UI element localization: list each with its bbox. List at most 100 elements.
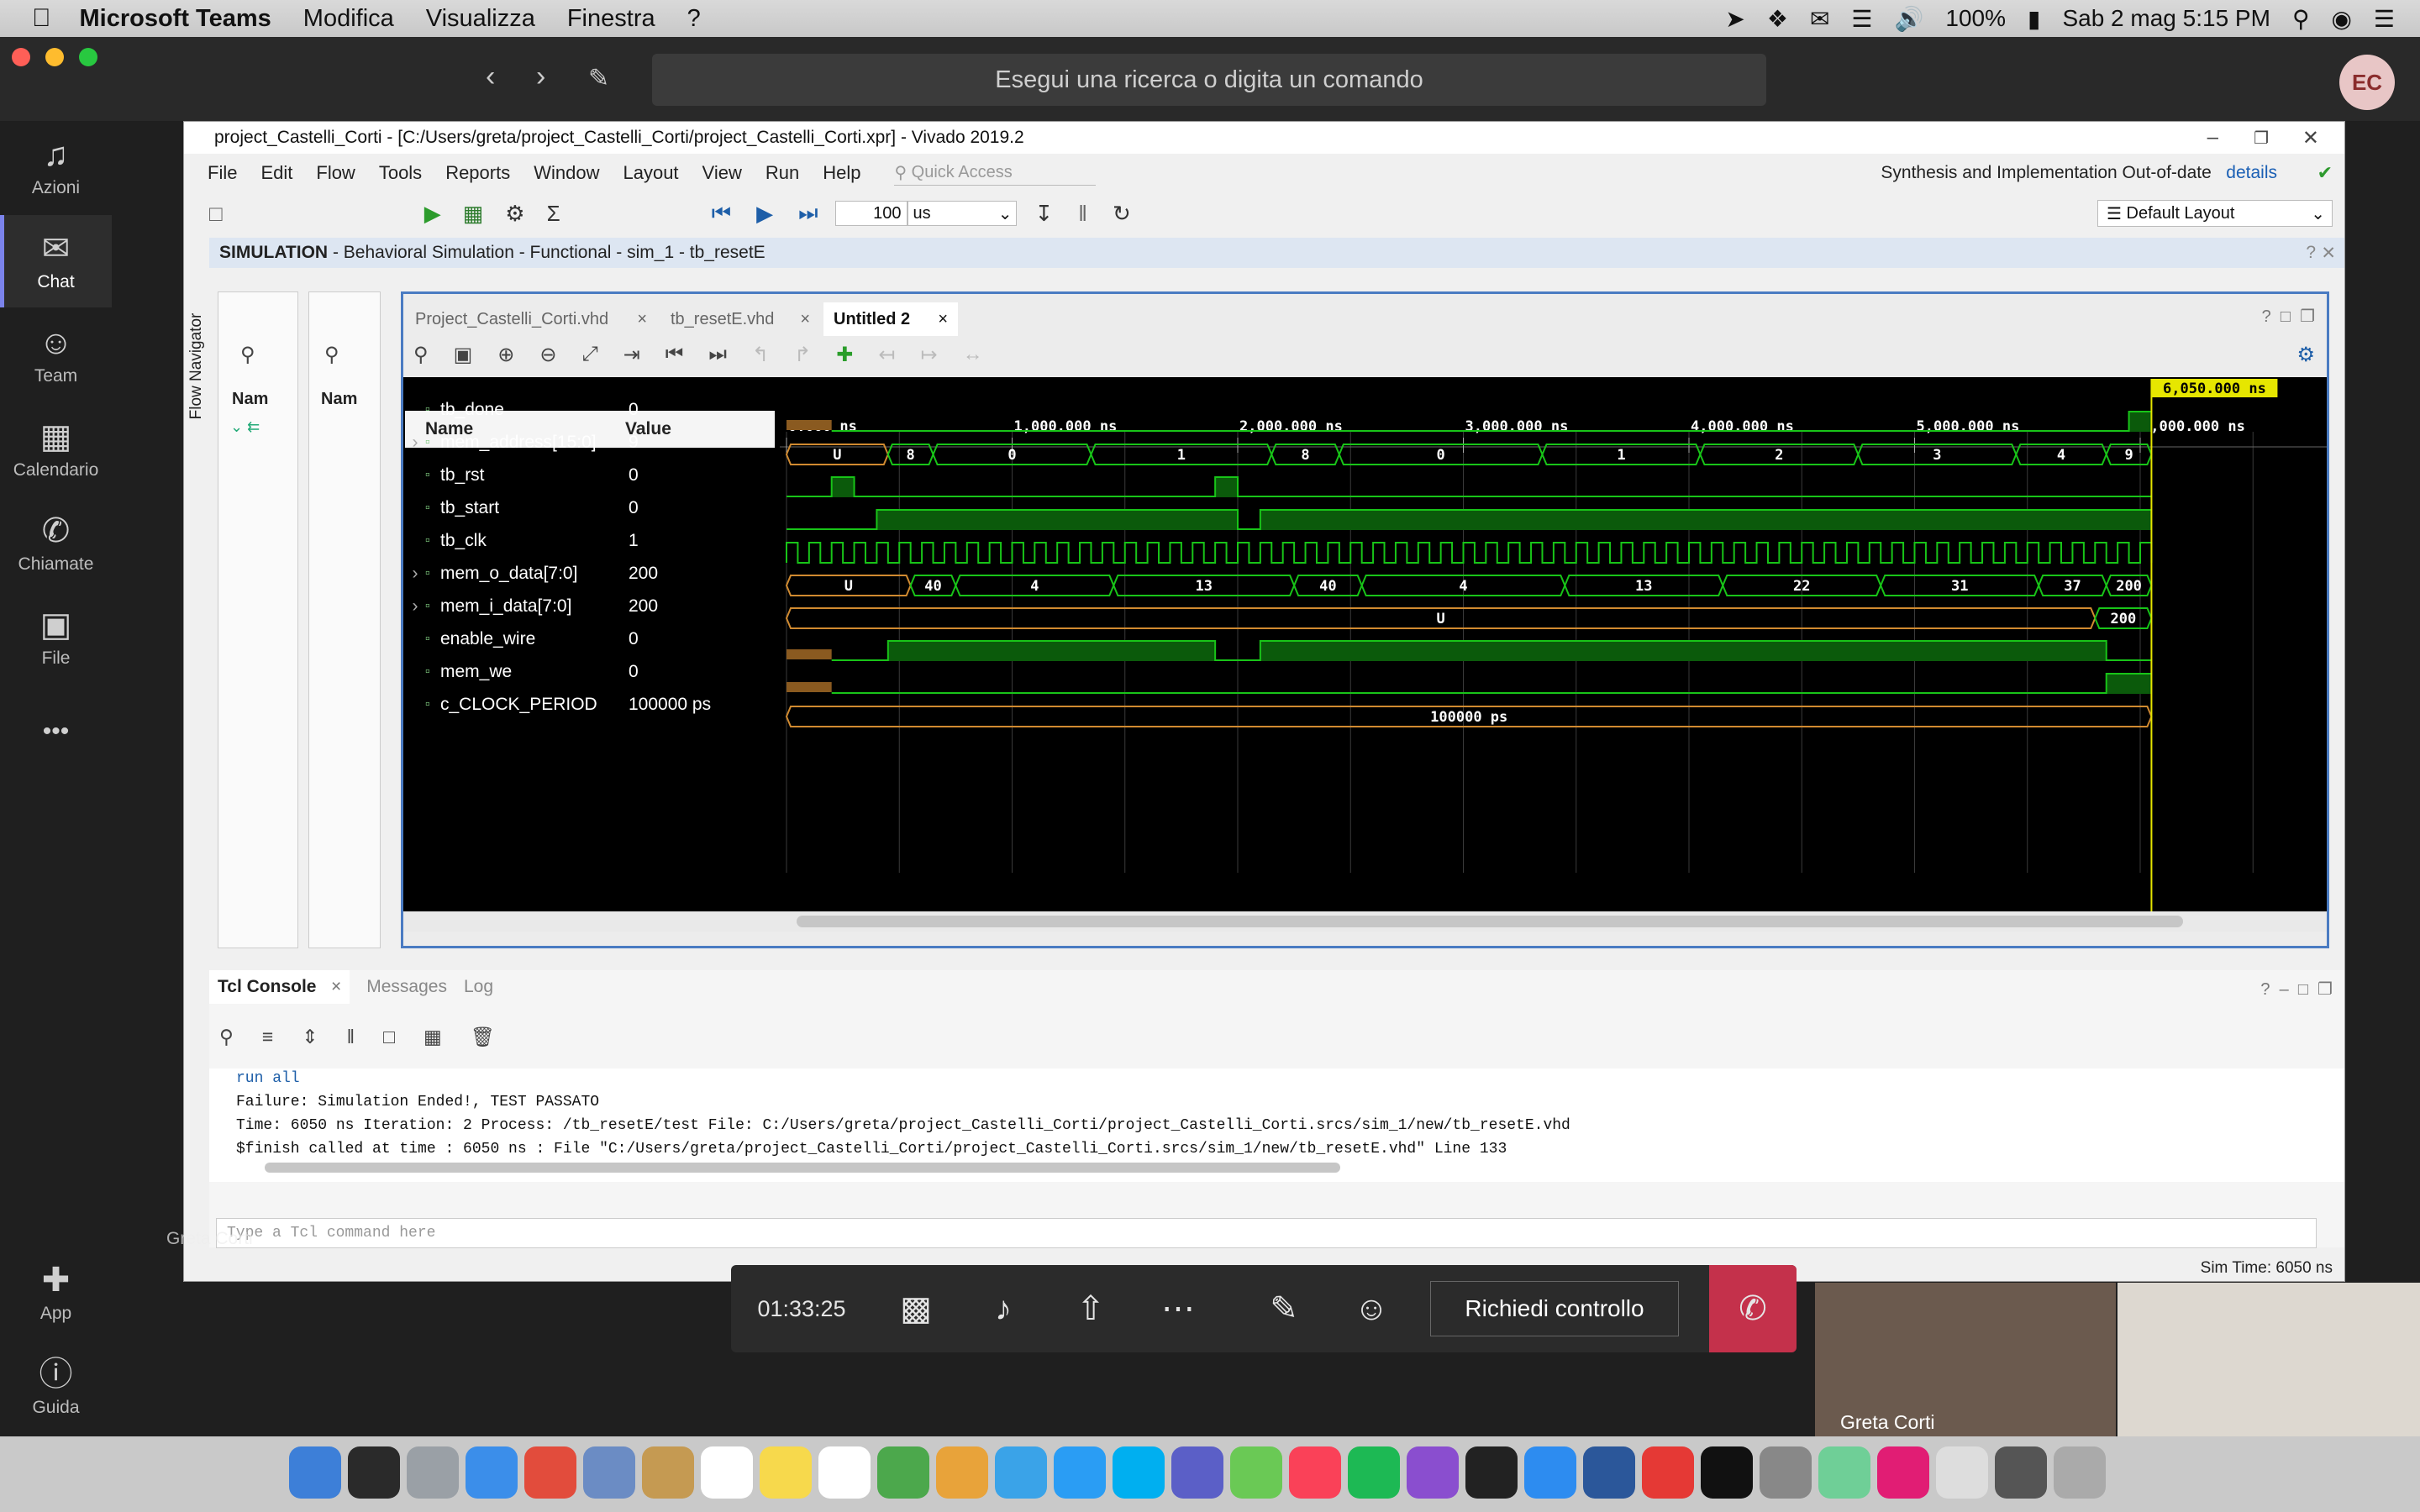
search-icon[interactable]: ⚲ xyxy=(413,343,429,367)
signal-row[interactable]: ▫ tb_clk xyxy=(405,528,603,554)
settings-icon[interactable]: ⚙ xyxy=(505,201,524,227)
sum-icon[interactable]: Σ xyxy=(547,201,560,227)
chevron-right-icon[interactable]: › xyxy=(405,433,425,453)
tab-project-vhd[interactable]: Project_Castelli_Corti.vhd × xyxy=(405,302,657,336)
teams-search-input[interactable]: Esegui una ricerca o digita un comando xyxy=(652,54,1766,106)
prev-marker-icon[interactable]: ↤ xyxy=(878,343,895,367)
scrollbar-thumb[interactable] xyxy=(265,1163,1340,1173)
maps-icon[interactable] xyxy=(877,1446,929,1499)
close-tab-icon[interactable]: × xyxy=(938,310,948,329)
preview-icon[interactable] xyxy=(583,1446,635,1499)
control-center-icon[interactable]: ☰ xyxy=(2374,5,2395,33)
search-icon[interactable]: ⚲ xyxy=(324,343,339,367)
launchpad-icon[interactable] xyxy=(407,1446,459,1499)
rail-item-app[interactable]: ✚ App xyxy=(0,1247,112,1339)
zoom-in-icon[interactable]: ⊕ xyxy=(497,343,514,367)
battery-icon[interactable]: ▮ xyxy=(2028,5,2040,33)
search-icon[interactable]: ⚲ xyxy=(219,1026,234,1048)
contacts-icon[interactable] xyxy=(642,1446,694,1499)
close-tab-icon[interactable]: × xyxy=(800,310,810,329)
siri-icon[interactable] xyxy=(348,1446,400,1499)
columns-icon[interactable]: ▦ xyxy=(424,1026,442,1048)
menu-modifica[interactable]: Modifica xyxy=(303,5,394,33)
search-icon[interactable]: ⚲ xyxy=(240,343,255,367)
request-control-button[interactable]: Richiedi controllo xyxy=(1430,1281,1679,1336)
documents-icon[interactable] xyxy=(1936,1446,1988,1499)
signal-row[interactable]: ▫ enable_wire xyxy=(405,627,603,652)
zoom-window-icon[interactable] xyxy=(79,48,97,66)
spotify-icon[interactable] xyxy=(1348,1446,1400,1499)
rail-item-file[interactable]: ▣ File xyxy=(0,591,112,684)
save-icon[interactable]: ▣ xyxy=(454,343,473,367)
expand-all-icon[interactable]: ⇕ xyxy=(302,1026,318,1048)
signal-row[interactable]: › ▫ mem_o_data[7:0] xyxy=(405,561,603,586)
go-to-start-icon[interactable]: ⏮ xyxy=(666,343,684,367)
reminders-icon[interactable] xyxy=(818,1446,871,1499)
wifi-icon[interactable]: ☰ xyxy=(1851,5,1872,33)
participants-icon[interactable]: ☺ xyxy=(1328,1265,1415,1352)
appletv-icon[interactable] xyxy=(1465,1446,1518,1499)
teams-icon[interactable] xyxy=(1171,1446,1223,1499)
rail-item-guida[interactable]: ⓘ Guida xyxy=(0,1341,112,1433)
minimize-window-icon[interactable] xyxy=(45,48,64,66)
layout-select[interactable]: ☰ Default Layout ⌄ xyxy=(2097,200,2333,227)
chevron-right-icon[interactable]: › xyxy=(405,596,425,617)
hang-up-icon[interactable]: ✆ xyxy=(1709,1265,1797,1352)
open-icon[interactable]: □ xyxy=(209,201,223,227)
more-options-icon[interactable]: ⋯ xyxy=(1134,1265,1222,1352)
mail-badge-icon[interactable]: ✉ xyxy=(1810,5,1829,33)
waveform-plot[interactable]: 0.000 ns1,000.000 ns2,000.000 ns3,000.00… xyxy=(780,377,2327,932)
rail-more-icon[interactable]: ••• xyxy=(0,685,112,778)
copy-icon[interactable]: □ xyxy=(383,1026,395,1048)
siri-icon[interactable]: ◉ xyxy=(2331,5,2351,33)
tab-tb-resete[interactable]: tb_resetE.vhd × xyxy=(660,302,820,336)
console-panel-controls[interactable]: ? – □ ❐ xyxy=(2260,979,2333,1000)
location-icon[interactable]: ➤ xyxy=(1725,5,1744,33)
music-icon[interactable] xyxy=(1289,1446,1341,1499)
menu-flow[interactable]: Flow xyxy=(316,162,355,184)
intellij-icon[interactable] xyxy=(1877,1446,1929,1499)
menu-file[interactable]: File xyxy=(208,162,237,184)
run-all-icon[interactable]: ▶ xyxy=(756,201,773,227)
help-icon[interactable]: ? xyxy=(2306,243,2316,263)
finder-icon[interactable] xyxy=(289,1446,341,1499)
back-icon[interactable]: ‹ xyxy=(486,60,495,93)
word-icon[interactable] xyxy=(1583,1446,1635,1499)
forward-icon[interactable]: › xyxy=(536,60,545,93)
pause-icon[interactable]: ‖ xyxy=(347,1026,355,1048)
tab-messages[interactable]: Messages xyxy=(366,977,447,997)
participant-video[interactable]: Greta Corti xyxy=(1815,1283,2116,1439)
run-unit-select[interactable]: us ⌄ xyxy=(907,201,1017,226)
signal-row[interactable]: › ▫ mem_i_data[7:0] xyxy=(405,594,603,619)
menu-reports[interactable]: Reports xyxy=(445,162,510,184)
menu-help[interactable]: Help xyxy=(823,162,860,184)
microphone-icon[interactable]: ♪ xyxy=(960,1265,1047,1352)
collapse-all-icon[interactable]: ≡ xyxy=(262,1026,273,1048)
details-link[interactable]: details xyxy=(2226,163,2277,182)
notes-icon[interactable] xyxy=(760,1446,812,1499)
panel-controls[interactable]: ? □ ❐ xyxy=(2262,306,2315,327)
telegram-icon[interactable] xyxy=(1054,1446,1106,1499)
self-video[interactable] xyxy=(2118,1283,2420,1439)
run-for-icon[interactable]: ⏭ xyxy=(798,200,818,227)
volume-icon[interactable]: 🔊 xyxy=(1895,5,1924,33)
signal-row[interactable]: ▫ tb_rst xyxy=(405,463,603,488)
acrobat-icon[interactable] xyxy=(1642,1446,1694,1499)
break-icon[interactable]: ‖ xyxy=(1078,201,1087,227)
menu-visualizza[interactable]: Visualizza xyxy=(426,5,535,33)
scope-tree-item[interactable]: ⌄ ⇇ xyxy=(230,418,260,436)
messages-icon[interactable] xyxy=(995,1446,1047,1499)
signal-row[interactable]: › ▫ mem_address[15:0] xyxy=(405,430,603,455)
relaunch-icon[interactable]: ↻ xyxy=(1113,201,1131,227)
window-icon[interactable] xyxy=(1995,1446,2047,1499)
appstore-icon[interactable] xyxy=(1524,1446,1576,1499)
next-marker-icon[interactable]: ↦ xyxy=(920,343,937,367)
prev-transition-icon[interactable]: ↰ xyxy=(752,343,769,367)
trash-icon[interactable] xyxy=(2054,1446,2106,1499)
add-marker-icon[interactable]: ✚ xyxy=(836,343,853,367)
settings-icon[interactable]: ⚙ xyxy=(2296,343,2315,367)
atom-icon[interactable] xyxy=(1818,1446,1870,1499)
close-window-icon[interactable] xyxy=(12,48,30,66)
tab-tcl-console[interactable]: Tcl Console × xyxy=(209,970,350,1004)
go-to-cursor-icon[interactable]: ⇥ xyxy=(623,343,640,367)
